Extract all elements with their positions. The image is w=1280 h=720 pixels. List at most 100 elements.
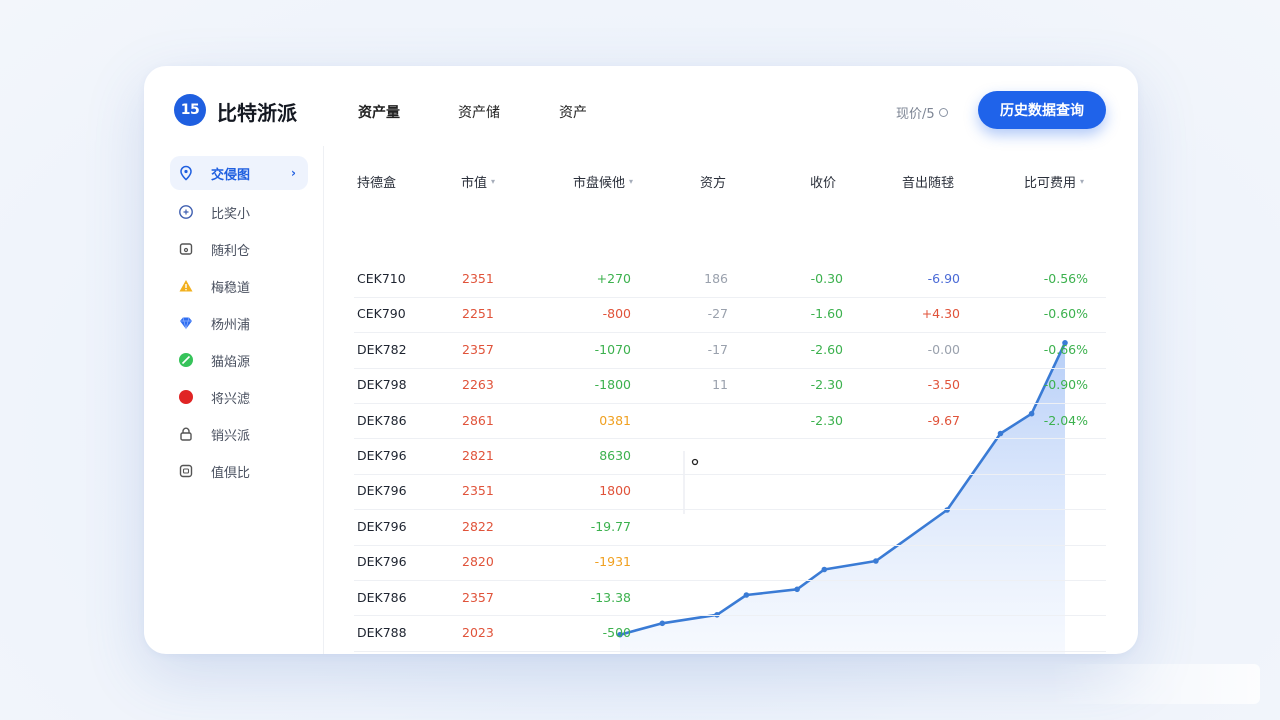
row-divider — [354, 367, 1106, 369]
table-cell: DEK796 — [357, 518, 407, 534]
sidebar-item-9[interactable]: 值倶比 — [170, 454, 308, 488]
chart-point[interactable] — [743, 592, 750, 598]
red-dot-icon — [178, 389, 194, 405]
main-card: 15 比特浙派 资产量 资产储 资产 现价/5 历史数据查询 交侵图 › 比奖小随利… — [144, 66, 1138, 654]
column-header-3[interactable]: 市盘候他 ▾ — [573, 172, 633, 191]
column-header-label: 比可费用 — [1024, 176, 1077, 191]
table-cell: CEK710 — [357, 271, 406, 286]
table-cell: 0381 — [599, 412, 631, 428]
table-cell: 186 — [704, 271, 728, 286]
table-cell: 11 — [712, 377, 728, 393]
table-cell: DEK796 — [357, 448, 407, 463]
table-cell: -9.67 — [927, 412, 960, 428]
history-query-button[interactable]: 历史数据查询 — [978, 91, 1106, 129]
table-cell: -0.00 — [927, 341, 960, 357]
table-cell: 2351 — [462, 483, 494, 499]
column-header-6[interactable]: 音出随毬 — [902, 172, 954, 191]
table-cell: 2820 — [462, 554, 494, 570]
table-cell: DEK796 — [357, 554, 407, 570]
table-cell: +270 — [596, 271, 631, 286]
row-divider — [354, 615, 1106, 617]
sidebar-item-label: 交侵图 — [211, 167, 251, 183]
sidebar-item-7[interactable]: 将兴滤 — [170, 380, 308, 414]
sidebar-item-label: 比奖小 — [211, 206, 251, 222]
table-cell: 2263 — [462, 377, 494, 393]
leaf-icon — [178, 352, 194, 368]
column-header-4[interactable]: 资方 — [700, 172, 726, 191]
sidebar-item-label: 值倶比 — [211, 465, 251, 481]
table-cell: -1070 — [594, 341, 631, 357]
nav-tab-2[interactable]: 资产储 — [458, 102, 500, 122]
status-text: 现价/5 — [896, 107, 935, 122]
table-cell: -0.56% — [1043, 271, 1088, 286]
top-header: 15 比特浙派 资产量 资产储 资产 现价/5 历史数据查询 — [144, 66, 1138, 146]
chart-point[interactable] — [659, 620, 666, 627]
table-cell: -6.90 — [927, 271, 960, 286]
table-cell: 2822 — [462, 518, 494, 534]
sidebar-item-5[interactable]: 杨州浦 — [170, 306, 308, 340]
sidebar-item-4[interactable]: 梅稳道 — [170, 269, 308, 303]
sidebar-item-8[interactable]: 销兴派 — [170, 417, 308, 451]
table-cell: 2357 — [462, 589, 494, 605]
nav-tab-1[interactable]: 资产量 — [358, 102, 400, 122]
diamond-icon — [178, 315, 194, 331]
chart-marker-point — [691, 458, 699, 466]
column-header-2[interactable]: 市值 ▾ — [461, 172, 495, 191]
column-header-label: 音出随毬 — [902, 176, 955, 191]
table-cell: -2.30 — [810, 377, 843, 393]
sidebar-item-3[interactable]: 随利仓 — [170, 232, 308, 266]
table-cell: 2351 — [462, 271, 494, 286]
column-header-7[interactable]: 比可费用 ▾ — [1024, 172, 1084, 191]
warning-icon — [178, 278, 194, 294]
sidebar-item-2[interactable]: 比奖小 — [170, 195, 308, 229]
table-cell: DEK786 — [357, 412, 407, 428]
column-header-label: 市盘候他 — [573, 176, 626, 191]
column-header-label: 资方 — [700, 176, 727, 191]
chart-point[interactable] — [794, 586, 800, 593]
table-cell: -27 — [707, 306, 728, 322]
sidebar-item-6[interactable]: 猫焰源 — [170, 343, 308, 377]
row-divider — [354, 509, 1106, 511]
table-cell: DEK788 — [357, 625, 407, 640]
sidebar-item-label: 随利仓 — [211, 243, 251, 259]
table-cell: 2861 — [462, 412, 494, 428]
sort-icon: ▾ — [629, 177, 634, 186]
table-cell: 2023 — [462, 625, 494, 640]
table-cell: -13.38 — [590, 589, 631, 605]
box-icon — [178, 463, 194, 479]
location-pin-icon — [178, 165, 194, 181]
table-cell: 2357 — [462, 341, 494, 357]
sidebar: 交侵图 › 比奖小随利仓梅稳道杨州浦猫焰源将兴滤销兴派值倶比 — [144, 146, 324, 654]
column-header-1[interactable]: 持德盒 — [357, 172, 396, 191]
table-cell: -0.90% — [1043, 377, 1088, 393]
table-cell: DEK796 — [357, 483, 407, 499]
chart-point[interactable] — [997, 430, 1004, 437]
table-cell: -2.60 — [810, 341, 843, 357]
sidebar-item-label: 杨州浦 — [211, 317, 251, 333]
table-cell: -2.30 — [810, 412, 843, 428]
table-cell: DEK782 — [357, 341, 407, 357]
table-cell: -1.60 — [810, 306, 843, 322]
sidebar-item-1[interactable]: 交侵图 › — [170, 156, 308, 190]
table-cell: -0.60% — [1043, 306, 1088, 322]
sidebar-item-label: 销兴派 — [211, 428, 251, 444]
chevron-right-icon: › — [291, 166, 296, 180]
table-cell: -0.66% — [1043, 341, 1088, 357]
row-divider — [354, 402, 1106, 404]
coin-icon — [178, 204, 194, 220]
row-divider — [354, 650, 1106, 652]
table-cell: -0.30 — [810, 271, 843, 286]
sort-icon: ▾ — [491, 177, 496, 186]
chart-point[interactable] — [821, 566, 828, 573]
column-header-5[interactable]: 收价 — [810, 172, 836, 191]
table-cell: 2821 — [462, 448, 494, 463]
table-cell: -1931 — [594, 554, 631, 570]
sidebar-item-label: 将兴滤 — [211, 391, 251, 407]
column-header-label: 收价 — [810, 176, 837, 191]
brand-title: 比特浙派 — [217, 101, 297, 125]
sidebar-item-label: 猫焰源 — [211, 354, 251, 370]
chart-point[interactable] — [873, 558, 879, 564]
data-table: 持德盒 市值 ▾ 市盘候他 ▾ 资方 收价 音出随毬 比可费用 ▾ CEK710 2351 +270 18… — [324, 146, 1138, 654]
table-cell: 2251 — [462, 306, 494, 322]
nav-tab-3[interactable]: 资产 — [559, 102, 587, 122]
